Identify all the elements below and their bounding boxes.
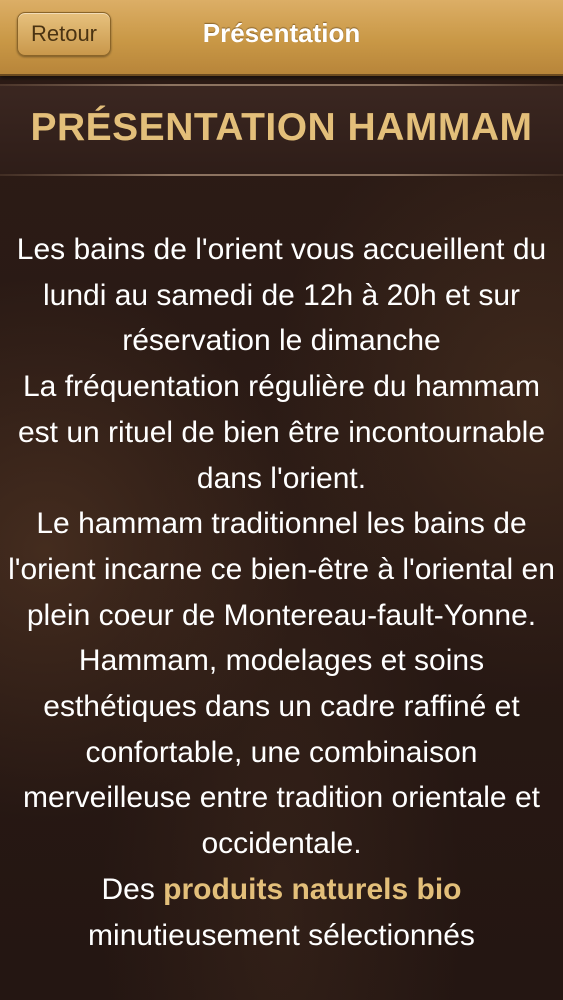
- paragraph-ritual: La fréquentation régulière du hammam est…: [17, 370, 546, 495]
- products-prefix: Des: [101, 872, 164, 906]
- banner-divider-bottom: [0, 174, 563, 176]
- paragraph-services: Hammam, modelages et soins esthétiques d…: [23, 644, 540, 861]
- nav-title: Présentation: [202, 18, 361, 48]
- presentation-text: Les bains de l'orient vous accueillent d…: [6, 227, 557, 958]
- page-title: PRÉSENTATION HAMMAM: [30, 106, 533, 149]
- navigation-bar: Retour Présentation: [0, 0, 563, 76]
- paragraph-opening-hours: Les bains de l'orient vous accueillent d…: [16, 233, 547, 358]
- products-highlight: produits naturels bio: [163, 872, 462, 906]
- paragraph-traditional-hammam: Le hammam traditionnel les bains de l'or…: [8, 507, 555, 632]
- banner-divider-top: [0, 84, 563, 86]
- products-suffix: minutieusement sélectionnés: [88, 918, 475, 952]
- heading-banner: PRÉSENTATION HAMMAM: [0, 84, 563, 176]
- paragraph-products: Des produits naturels bio minutieusement…: [6, 867, 557, 958]
